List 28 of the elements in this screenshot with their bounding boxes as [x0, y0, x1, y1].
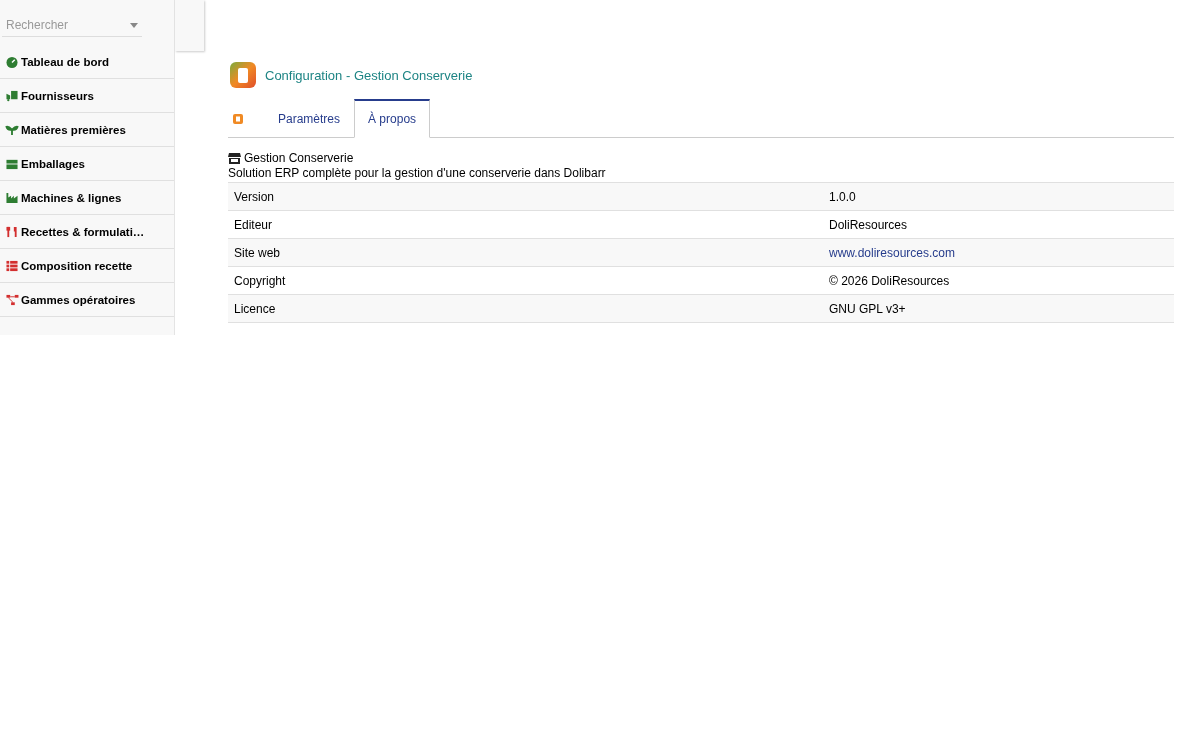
table-cell: 1.0.0	[823, 182, 1174, 211]
website-link[interactable]: www.doliresources.com	[829, 245, 956, 260]
store-icon	[228, 152, 241, 164]
sidebar-item[interactable]: Machines & lignes	[0, 181, 174, 215]
tab[interactable]: À propos	[354, 99, 431, 138]
sidebar-item[interactable]: Fournisseurs	[0, 79, 174, 113]
table-cell: Copyright	[228, 266, 823, 295]
table-cell: Version	[228, 182, 823, 211]
table-cell: Editeur	[228, 210, 823, 239]
module-name: Gestion Conserverie	[244, 151, 354, 165]
table-cell: Site web	[228, 238, 823, 267]
sidebar-item[interactable]: Matières premières	[0, 113, 174, 147]
page-title: Configuration - Gestion Conserverie	[265, 67, 473, 83]
sidebar-item[interactable]: Emballages	[0, 147, 174, 181]
sidebar-item[interactable]: Tableau de bord	[0, 45, 174, 79]
table-cell: © 2026 DoliResources	[823, 266, 1174, 295]
table-cell: DoliResources	[823, 210, 1174, 239]
tab[interactable]: Paramètres	[264, 99, 355, 138]
table-cell: GNU GPL v3+	[823, 294, 1174, 323]
caret-icon[interactable]	[130, 22, 138, 28]
module-description: Solution ERP complète pour la gestion d'une conserverie dans Dolibarr	[228, 166, 607, 180]
table-cell: Licence	[228, 294, 823, 323]
sidebar-item[interactable]: Composition recette	[0, 249, 174, 283]
module-logo-icon	[230, 62, 256, 88]
sidebar-item[interactable]: Gammes opératoires	[0, 283, 174, 317]
search-field[interactable]: Rechercher	[6, 18, 126, 32]
module-icon	[232, 113, 244, 125]
sidebar-item[interactable]: Recettes & formulati…	[0, 215, 174, 249]
